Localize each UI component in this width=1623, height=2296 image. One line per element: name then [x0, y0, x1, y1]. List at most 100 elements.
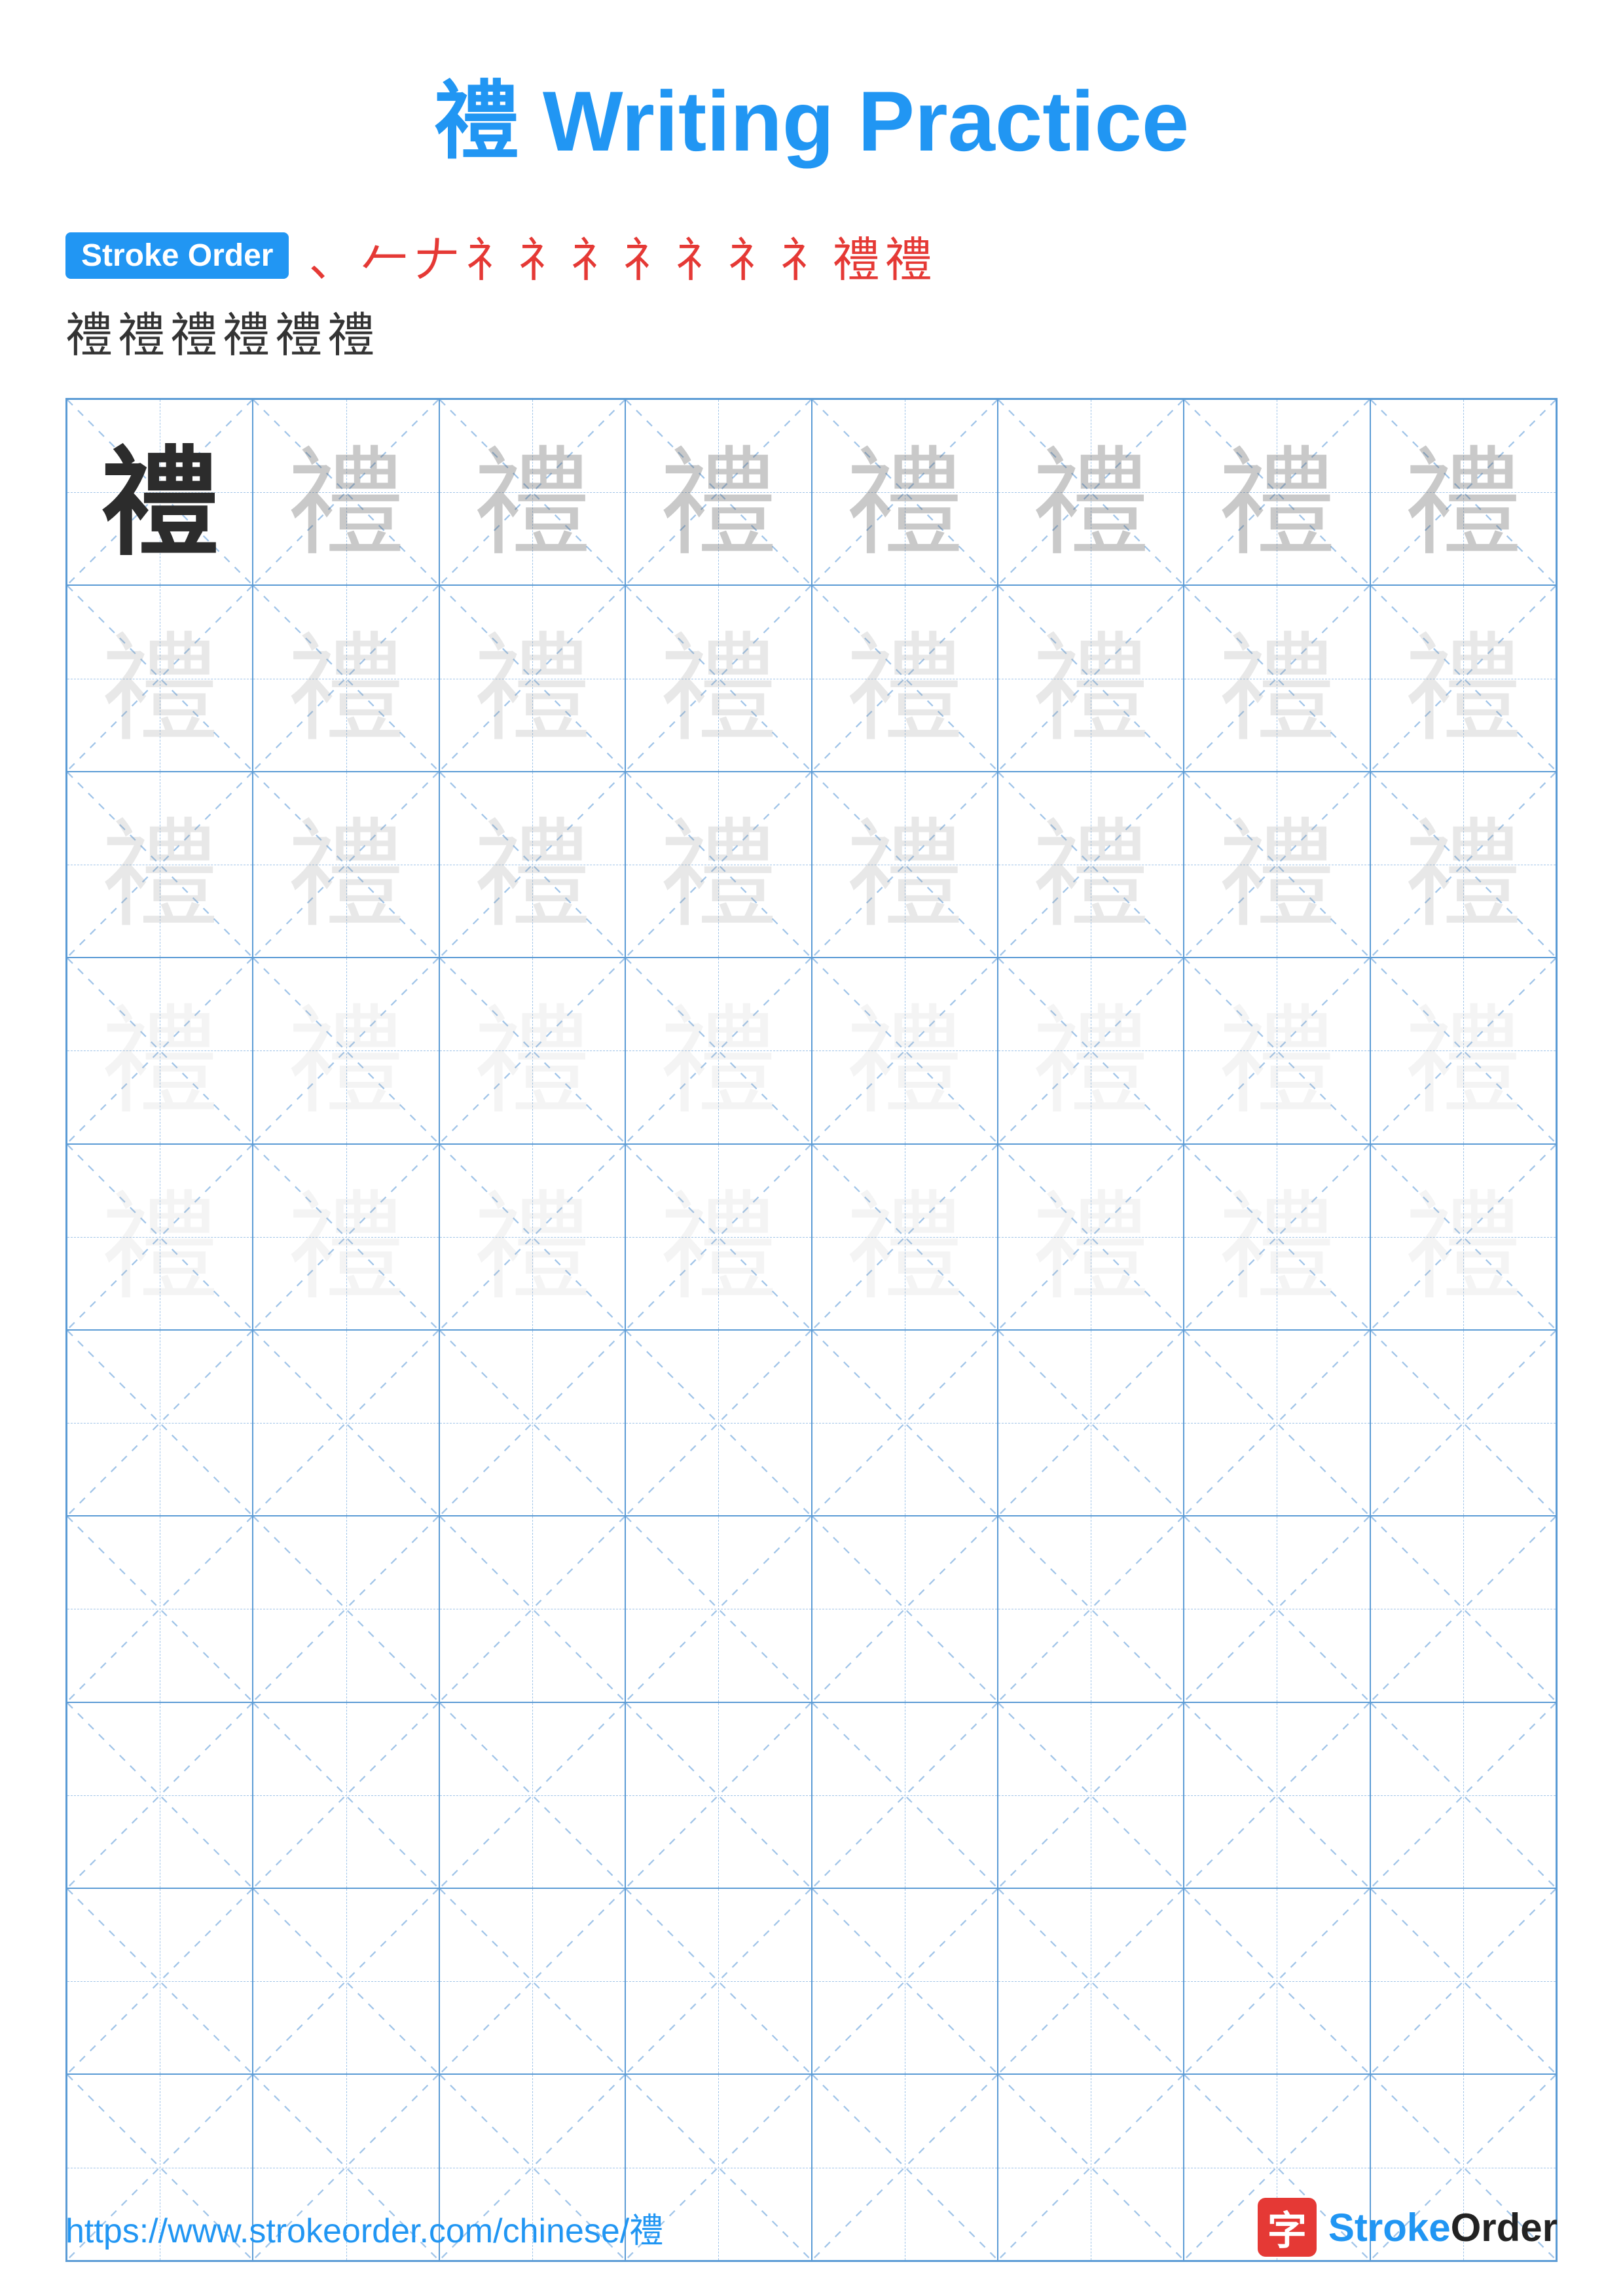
cell-diag-icon [1184, 1703, 1369, 1888]
practice-char-lighter: 禮 [287, 779, 405, 950]
grid-cell-8-8 [1370, 1702, 1556, 1888]
grid-cell-5-1: 禮 [67, 1144, 253, 1330]
grid-cell-8-2 [253, 1702, 439, 1888]
cell-diag-icon [1184, 1516, 1369, 1701]
grid-cell-2-3: 禮 [439, 585, 625, 771]
grid-cell-5-7: 禮 [1184, 1144, 1370, 1330]
grid-cell-8-4 [625, 1702, 811, 1888]
grid-cell-5-8: 禮 [1370, 1144, 1556, 1330]
grid-cell-3-1: 禮 [67, 772, 253, 958]
grid-cell-9-4 [625, 1888, 811, 2074]
stroke-chars-line1: 、 𠂉 𠂇 礻 礻 礻 礻 礻 礻 礻 禮 禮 [308, 221, 932, 290]
practice-char-lightest: 禮 [473, 965, 591, 1136]
title-section: 禮 Writing Practice [0, 0, 1623, 202]
grid-cell-6-1 [67, 1330, 253, 1516]
grid-cell-5-3: 禮 [439, 1144, 625, 1330]
practice-char-light: 禮 [1404, 407, 1522, 578]
cell-diag-icon [253, 1889, 438, 2073]
stroke-s10: 礻 [780, 221, 828, 290]
practice-char-lighter: 禮 [846, 593, 964, 764]
stroke-s16: 禮 [223, 296, 270, 365]
practice-char-lighter: 禮 [101, 593, 219, 764]
practice-char-light: 禮 [1218, 407, 1336, 578]
grid-cell-1-8: 禮 [1370, 399, 1556, 585]
grid-cell-1-2: 禮 [253, 399, 439, 585]
grid-cell-6-7 [1184, 1330, 1370, 1516]
grid-cell-6-3 [439, 1330, 625, 1516]
cell-diag-icon [1184, 1889, 1369, 2073]
grid-cell-1-7: 禮 [1184, 399, 1370, 585]
grid-row-4: 禮 禮 禮 禮 禮 禮 禮 [67, 958, 1556, 1143]
grid-cell-3-3: 禮 [439, 772, 625, 958]
practice-char-lightest: 禮 [1404, 1151, 1522, 1322]
grid-row-5: 禮 禮 禮 禮 禮 禮 禮 [67, 1144, 1556, 1330]
grid-cell-8-3 [439, 1702, 625, 1888]
stroke-order-line2: 禮 禮 禮 禮 禮 禮 [65, 296, 1558, 365]
stroke-s6: 礻 [571, 221, 618, 290]
grid-row-8 [67, 1702, 1556, 1888]
grid-cell-7-4 [625, 1516, 811, 1702]
stroke-s1: 、 [308, 221, 356, 290]
cell-diag-icon [1371, 1703, 1556, 1888]
cell-diag-icon [253, 1331, 438, 1515]
grid-cell-3-5: 禮 [812, 772, 998, 958]
grid-cell-3-2: 禮 [253, 772, 439, 958]
cell-diag-icon [626, 1331, 811, 1515]
practice-char-light: 禮 [1032, 407, 1150, 578]
grid-cell-7-8 [1370, 1516, 1556, 1702]
grid-cell-3-4: 禮 [625, 772, 811, 958]
grid-cell-9-7 [1184, 1888, 1370, 2074]
grid-cell-9-2 [253, 1888, 439, 2074]
grid-cell-4-4: 禮 [625, 958, 811, 1143]
grid-cell-6-4 [625, 1330, 811, 1516]
grid-cell-6-5 [812, 1330, 998, 1516]
grid-cell-2-4: 禮 [625, 585, 811, 771]
stroke-order-badge: Stroke Order [65, 232, 289, 279]
practice-char-lighter: 禮 [1032, 593, 1150, 764]
practice-char-lightest: 禮 [287, 1151, 405, 1322]
stroke-s7: 礻 [623, 221, 670, 290]
cell-diag-icon [253, 1516, 438, 1701]
grid-cell-7-1 [67, 1516, 253, 1702]
practice-char-lighter: 禮 [659, 593, 777, 764]
grid-row-3: 禮 禮 禮 禮 禮 禮 禮 [67, 772, 1556, 958]
footer-url: https://www.strokeorder.com/chinese/禮 [65, 2203, 663, 2252]
practice-char-lightest: 禮 [1032, 965, 1150, 1136]
grid-cell-2-1: 禮 [67, 585, 253, 771]
stroke-s2: 𠂉 [361, 221, 408, 290]
cell-diag-icon [998, 1516, 1183, 1701]
practice-char-lightest: 禮 [1404, 965, 1522, 1136]
grid-cell-8-5 [812, 1702, 998, 1888]
grid-cell-3-6: 禮 [998, 772, 1184, 958]
grid-cell-3-8: 禮 [1370, 772, 1556, 958]
practice-char-lighter: 禮 [1404, 779, 1522, 950]
practice-char-lightest: 禮 [1218, 1151, 1336, 1322]
cell-diag-icon [440, 1889, 625, 2073]
practice-grid: 禮 禮 禮 禮 禮 禮 禮 [65, 398, 1558, 2262]
grid-cell-9-3 [439, 1888, 625, 2074]
practice-char-lighter: 禮 [846, 779, 964, 950]
practice-char-lighter: 禮 [1218, 593, 1336, 764]
practice-char-lightest: 禮 [846, 1151, 964, 1322]
grid-cell-5-5: 禮 [812, 1144, 998, 1330]
grid-cell-7-7 [1184, 1516, 1370, 1702]
grid-cell-1-4: 禮 [625, 399, 811, 585]
stroke-s12: 禮 [885, 221, 932, 290]
grid-row-9 [67, 1888, 1556, 2074]
practice-char-lightest: 禮 [659, 1151, 777, 1322]
grid-cell-6-8 [1370, 1330, 1556, 1516]
cell-diag-icon [67, 1703, 252, 1888]
practice-char-light: 禮 [659, 407, 777, 578]
stroke-s8: 礻 [676, 221, 723, 290]
cell-diag-icon [1371, 1516, 1556, 1701]
grid-row-6 [67, 1330, 1556, 1516]
cell-diag-icon [812, 1516, 997, 1701]
cell-diag-icon [67, 1331, 252, 1515]
grid-cell-5-4: 禮 [625, 1144, 811, 1330]
practice-char-lighter: 禮 [1032, 779, 1150, 950]
footer-logo: 字 StrokeOrder [1258, 2198, 1558, 2257]
stroke-s15: 禮 [170, 296, 217, 365]
grid-cell-2-5: 禮 [812, 585, 998, 771]
cell-diag-icon [67, 1516, 252, 1701]
practice-char-lightest: 禮 [287, 965, 405, 1136]
